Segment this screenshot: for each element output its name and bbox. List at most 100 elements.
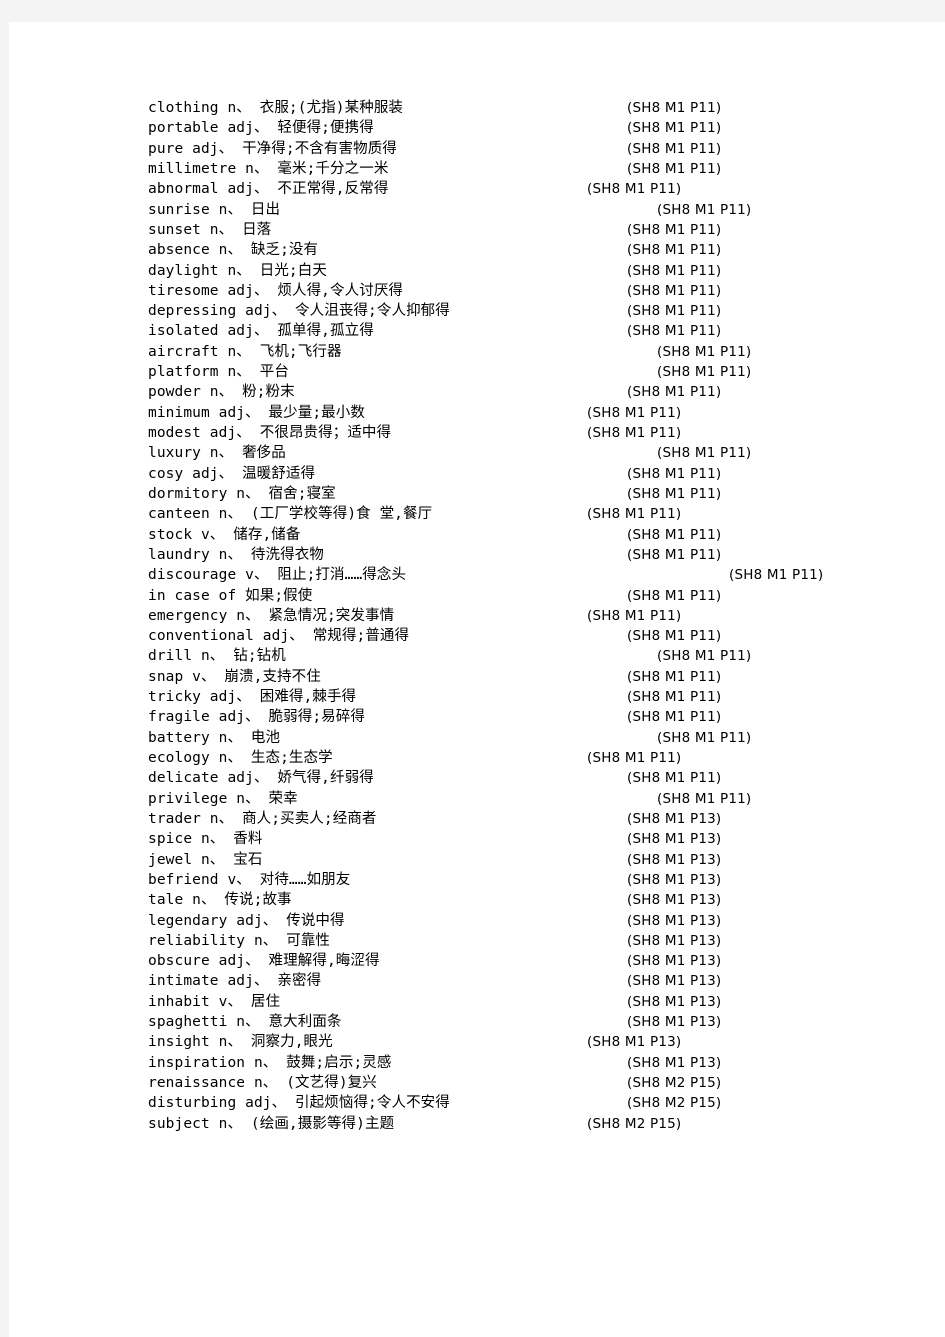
textbook-reference-code: (SH8 M1 P11) [627,303,722,320]
vocabulary-row: depressing adj、 令人沮丧得;令人抑郁得 (SH8 M1 P11) [148,301,908,321]
textbook-reference-code: (SH8 M1 P11) [627,668,722,685]
vocabulary-row: powder n、 粉;粉末 (SH8 M1 P11) [148,382,908,402]
textbook-reference-code: (SH8 M1 P11) [627,221,722,238]
textbook-reference-code: (SH8 M1 P11) [627,770,722,787]
vocabulary-row: spaghetti n、 意大利面条 (SH8 M1 P13) [148,1012,908,1032]
textbook-reference-code: (SH8 M1 P13) [627,973,722,990]
textbook-reference-code: (SH8 M1 P11) [657,648,752,665]
vocabulary-row: abnormal adj、 不正常得,反常得 (SH8 M1 P11) [148,179,908,199]
vocabulary-entry-text: powder n、 粉;粉末 [148,384,295,401]
vocabulary-entry-text: tiresome adj、 烦人得,令人讨厌得 [148,282,404,299]
vocabulary-entry-text: cosy adj、 温暖舒适得 [148,465,316,482]
vocabulary-row: inspiration n、 鼓舞;启示;灵感 (SH8 M1 P13) [148,1053,908,1073]
vocabulary-row: befriend v、 对待……如朋友 (SH8 M1 P13) [148,870,908,890]
vocabulary-row: insight n、 洞察力,眼光 (SH8 M1 P13) [148,1032,908,1052]
textbook-reference-code: (SH8 M1 P11) [627,384,722,401]
textbook-reference-code: (SH8 M1 P11) [627,546,722,563]
vocabulary-entry-text: fragile adj、 脆弱得;易碎得 [148,709,365,726]
page-sheet: clothing n、 衣服;(尤指)某种服装 (SH8 M1 P11) porta… [9,22,945,1337]
vocabulary-entry-text: abnormal adj、 不正常得,反常得 [148,181,389,198]
vocabulary-entry-text: portable adj、 轻便得;便携得 [148,120,374,137]
vocabulary-entry-text: ecology n、 生态;生态学 [148,750,333,766]
textbook-reference-code: (SH8 M1 P11) [657,364,752,381]
vocabulary-entry-text: tale n、 传说;故事 [148,892,292,909]
textbook-reference-code: (SH8 M1 P13) [627,993,722,1010]
vocabulary-entry-text: pure adj、 干净得;不含有害物质得 [148,140,397,157]
vocabulary-row: sunrise n、 日出 (SH8 M1 P11) [148,200,908,220]
vocabulary-entry-text: disturbing adj、 引起烦恼得;令人不安得 [148,1095,450,1112]
vocabulary-entry-text: conventional adj、 常规得;普通得 [148,628,410,645]
vocabulary-row: clothing n、 衣服;(尤指)某种服装 (SH8 M1 P11) [148,98,908,118]
vocabulary-row: absence n、 缺乏;没有 (SH8 M1 P11) [148,240,908,260]
textbook-reference-code: (SH8 M1 P11) [627,120,722,137]
vocabulary-row: battery n、 电池 (SH8 M1 P11) [148,728,908,748]
vocabulary-entry-text: befriend v、 对待……如朋友 [148,871,351,888]
vocabulary-row: spice n、 香料 (SH8 M1 P13) [148,829,908,849]
textbook-reference-code: (SH8 M1 P11) [627,689,722,706]
vocabulary-row: ecology n、 生态;生态学 (SH8 M1 P11) [148,748,908,768]
textbook-reference-code: (SH8 M1 P13) [627,912,722,929]
vocabulary-entry-text: in case of 如果;假使 [148,587,313,604]
vocabulary-entry-text: luxury n、 奢侈品 [148,445,286,462]
textbook-reference-code: (SH8 M1 P11) [627,709,722,726]
vocabulary-entry-text: clothing n、 衣服;(尤指)某种服装 [148,100,404,116]
vocabulary-entry-text: daylight n、 日光;白天 [148,262,327,279]
vocabulary-row: subject n、 (绘画,摄影等得)主题 (SH8 M2 P15) [148,1114,908,1134]
vocabulary-entry-text: snap v、 崩溃,支持不住 [148,668,321,685]
textbook-reference-code: (SH8 M2 P15) [627,1075,722,1091]
vocabulary-row: cosy adj、 温暖舒适得 (SH8 M1 P11) [148,464,908,484]
textbook-reference-code: (SH8 M1 P11) [627,628,722,645]
vocabulary-entry-text: legendary adj、 传说中得 [148,912,345,929]
vocabulary-row: emergency n、 紧急情况;突发事情 (SH8 M1 P11) [148,606,908,626]
vocabulary-row: laundry n、 待洗得衣物 (SH8 M1 P11) [148,545,908,565]
textbook-reference-code: (SH8 M1 P11) [587,750,682,766]
vocabulary-entry-text: emergency n、 紧急情况;突发事情 [148,607,395,624]
textbook-reference-code: (SH8 M1 P11) [627,100,722,116]
vocabulary-row: platform n、 平台 (SH8 M1 P11) [148,362,908,382]
textbook-reference-code: (SH8 M1 P11) [657,445,752,462]
textbook-reference-code: (SH8 M1 P11) [587,404,682,421]
vocabulary-row: drill n、 钻;钻机 (SH8 M1 P11) [148,646,908,666]
vocabulary-row: discourage v、 阻止;打消……得念头 (SH8 M1 P11) [148,565,908,585]
vocabulary-row: isolated adj、 孤单得,孤立得 (SH8 M1 P11) [148,321,908,341]
textbook-reference-code: (SH8 M1 P13) [627,932,722,949]
vocabulary-entry-text: discourage v、 阻止;打消……得念头 [148,567,407,584]
textbook-reference-code: (SH8 M1 P11) [627,526,722,543]
textbook-reference-code: (SH8 M1 P11) [627,465,722,482]
textbook-reference-code: (SH8 M1 P11) [587,607,682,624]
vocabulary-row: modest adj、 不很昂贵得；适中得 (SH8 M1 P11) [148,423,908,443]
textbook-reference-code: (SH8 M1 P11) [729,567,824,584]
vocabulary-row: canteen n、 (工厂学校等得)食 堂,餐厅 (SH8 M1 P11) [148,504,908,524]
textbook-reference-code: (SH8 M1 P11) [627,587,722,604]
textbook-reference-code: (SH8 M1 P11) [657,343,752,360]
vocabulary-row: obscure adj、 难理解得,晦涩得 (SH8 M1 P13) [148,951,908,971]
vocabulary-entry-text: laundry n、 待洗得衣物 [148,546,324,563]
vocabulary-row: conventional adj、 常规得;普通得 (SH8 M1 P11) [148,626,908,646]
textbook-reference-code: (SH8 M1 P11) [627,323,722,340]
vocabulary-entry-text: inspiration n、 鼓舞;启示;灵感 [148,1054,392,1071]
vocabulary-row: tale n、 传说;故事 (SH8 M1 P13) [148,890,908,910]
vocabulary-entry-text: isolated adj、 孤单得,孤立得 [148,323,374,340]
vocabulary-entry-text: spice n、 香料 [148,831,263,848]
textbook-reference-code: (SH8 M1 P11) [657,790,752,807]
textbook-reference-code: (SH8 M1 P11) [657,729,752,746]
vocabulary-entry-text: platform n、 平台 [148,364,289,381]
vocabulary-entry-text: millimetre n、 毫米;千分之一米 [148,160,389,177]
vocabulary-entry-text: stock v、 储存,储备 [148,526,301,543]
textbook-reference-code: (SH8 M2 P15) [587,1115,682,1132]
vocabulary-entry-text: depressing adj、 令人沮丧得;令人抑郁得 [148,303,450,320]
vocabulary-entry-text: minimum adj、 最少量;最小数 [148,404,365,421]
vocabulary-list: clothing n、 衣服;(尤指)某种服装 (SH8 M1 P11) porta… [148,98,908,1134]
vocabulary-row: renaissance n、 (文艺得)复兴 (SH8 M2 P15) [148,1073,908,1093]
vocabulary-entry-text: subject n、 (绘画,摄影等得)主题 [148,1115,395,1132]
textbook-reference-code: (SH8 M1 P11) [627,140,722,157]
vocabulary-row: jewel n、 宝石 (SH8 M1 P13) [148,850,908,870]
vocabulary-row: portable adj、 轻便得;便携得 (SH8 M1 P11) [148,118,908,138]
vocabulary-row: intimate adj、 亲密得 (SH8 M1 P13) [148,971,908,991]
vocabulary-row: sunset n、 日落 (SH8 M1 P11) [148,220,908,240]
textbook-reference-code: (SH8 M1 P13) [587,1034,682,1051]
vocabulary-entry-text: tricky adj、 困难得,棘手得 [148,689,357,706]
vocabulary-entry-text: sunset n、 日落 [148,221,272,238]
vocabulary-row: daylight n、 日光;白天 (SH8 M1 P11) [148,261,908,281]
vocabulary-entry-text: battery n、 电池 [148,729,281,746]
